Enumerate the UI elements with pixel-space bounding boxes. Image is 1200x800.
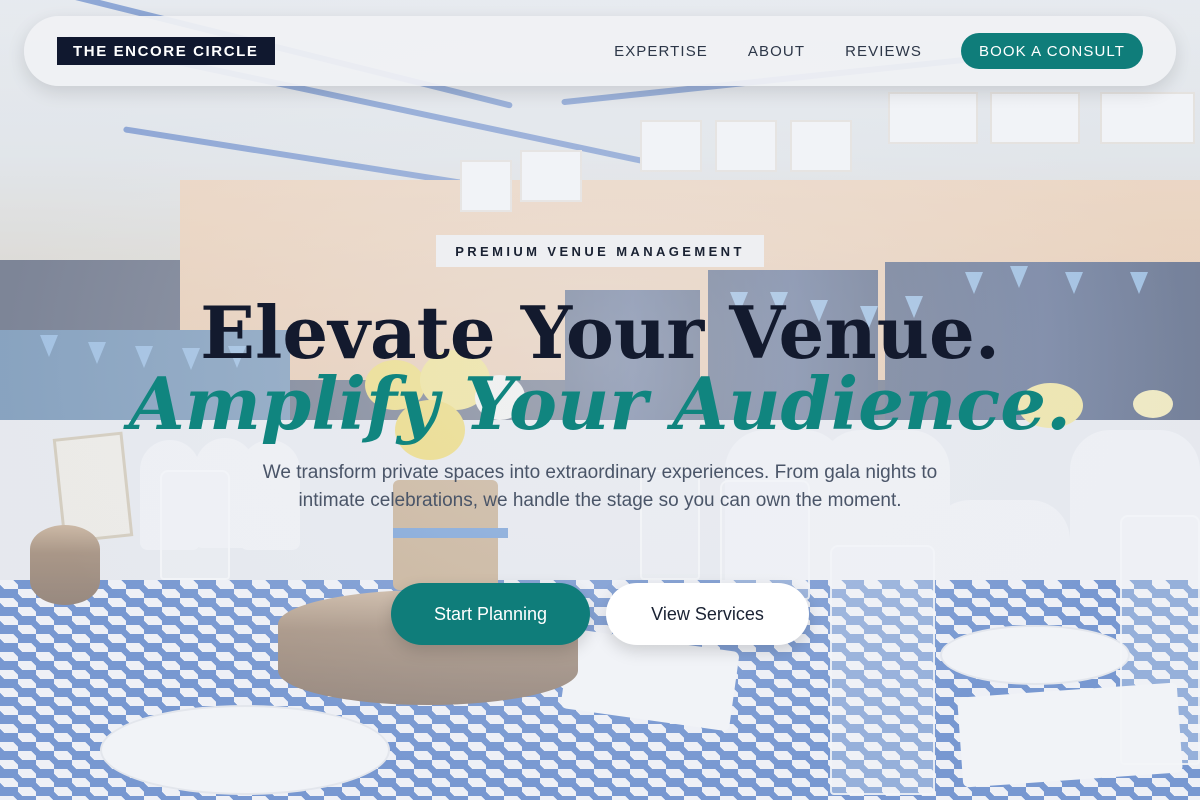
- nav-links: EXPERTISE ABOUT REVIEWS: [614, 16, 922, 86]
- hero-eyebrow-label: PREMIUM VENUE MANAGEMENT: [436, 235, 764, 267]
- nav-link-reviews[interactable]: REVIEWS: [845, 43, 922, 60]
- view-services-button[interactable]: View Services: [606, 583, 809, 645]
- hero-subtext: We transform private spaces into extraor…: [262, 462, 938, 511]
- nav-link-about[interactable]: ABOUT: [748, 43, 805, 60]
- top-navigation: THE ENCORE CIRCLE EXPERTISE ABOUT REVIEW…: [24, 16, 1176, 86]
- nav-link-expertise[interactable]: EXPERTISE: [614, 43, 708, 60]
- brand-logo[interactable]: THE ENCORE CIRCLE: [57, 37, 275, 65]
- start-planning-button[interactable]: Start Planning: [391, 583, 590, 645]
- hero-headline-line-2: Amplify Your Audience.: [128, 361, 1072, 446]
- book-consult-button[interactable]: BOOK A CONSULT: [961, 33, 1143, 69]
